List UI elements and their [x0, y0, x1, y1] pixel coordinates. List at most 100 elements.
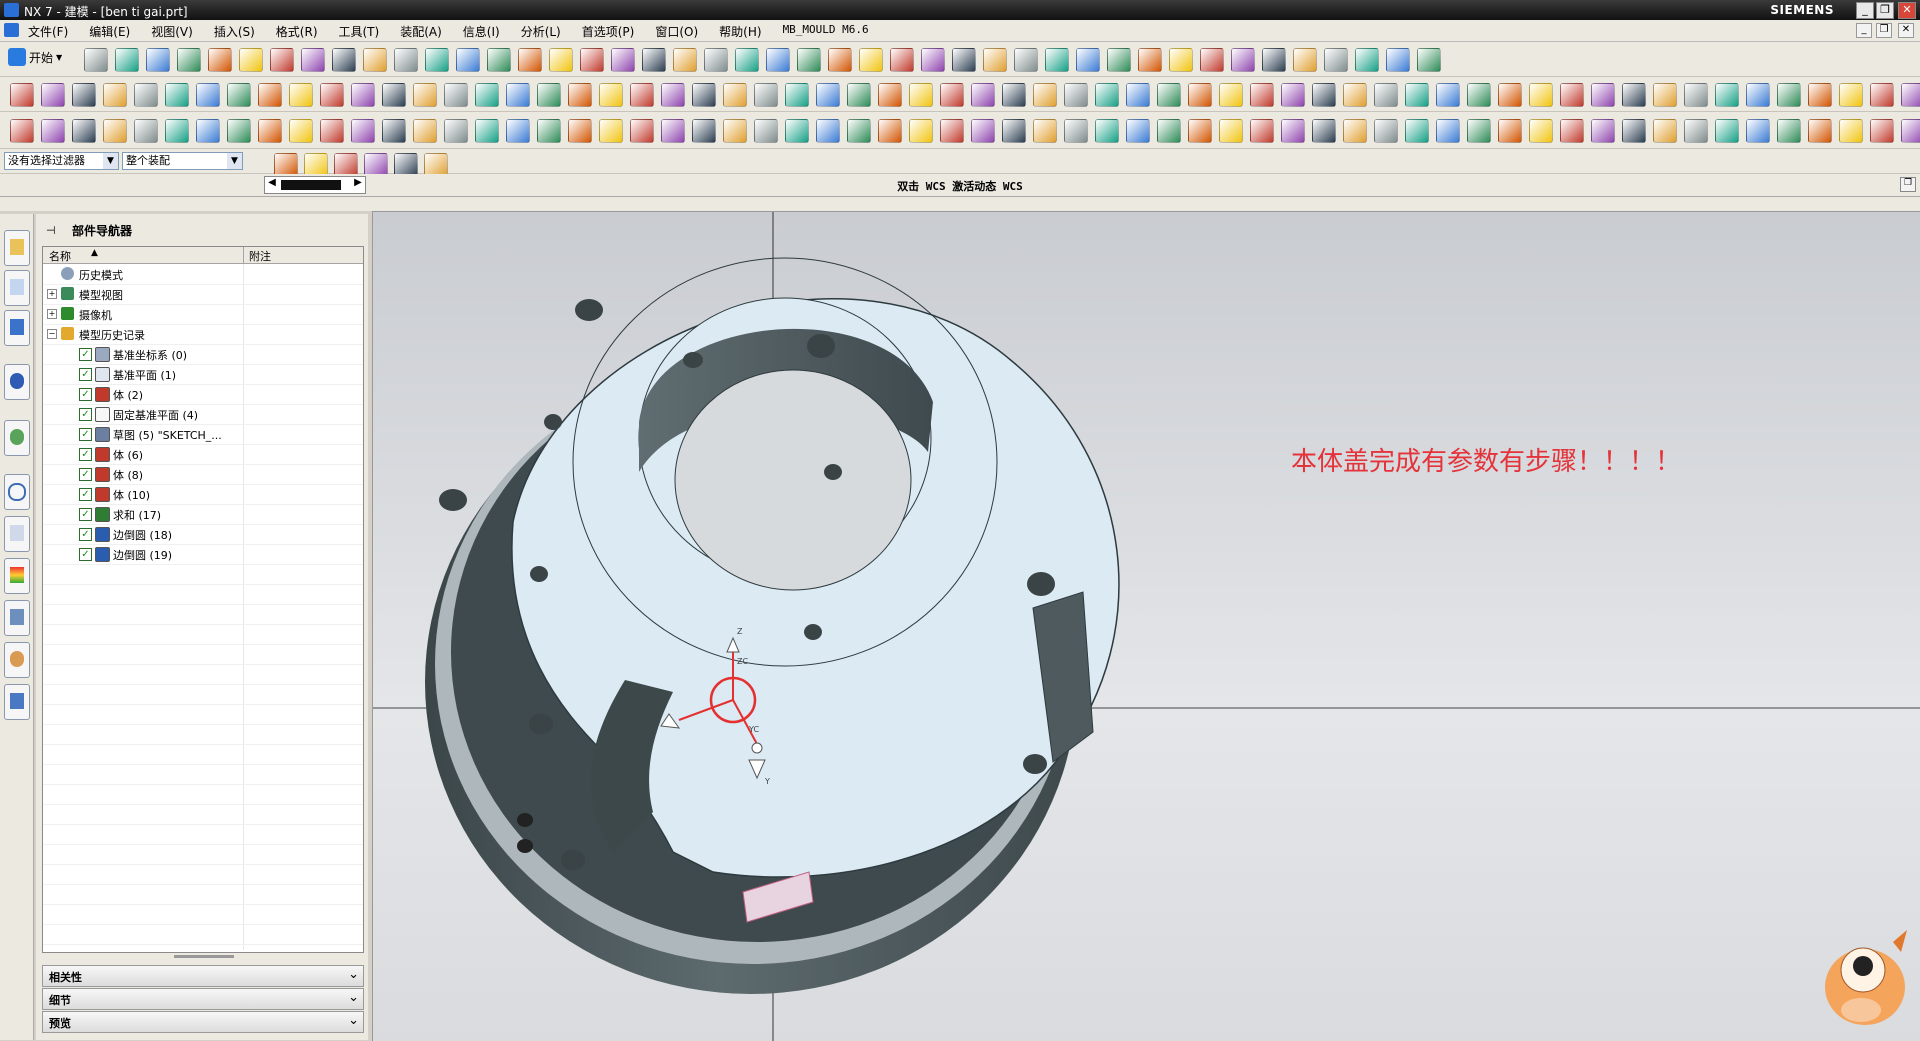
tool-icon[interactable] [1901, 83, 1920, 107]
tool-icon[interactable] [72, 119, 96, 143]
tool-icon[interactable] [258, 119, 282, 143]
tool-icon[interactable] [549, 48, 573, 72]
visibility-checkbox[interactable]: ✓ [79, 348, 92, 361]
tool-icon[interactable] [1839, 83, 1863, 107]
tool-icon[interactable] [320, 119, 344, 143]
tree-row[interactable]: ✓ 体 (6) [43, 444, 363, 465]
tool-icon[interactable] [320, 83, 344, 107]
tool-icon[interactable] [909, 119, 933, 143]
tool-icon[interactable] [444, 119, 468, 143]
tool-icon[interactable] [816, 119, 840, 143]
open-icon[interactable] [115, 48, 139, 72]
tool-icon[interactable] [1231, 48, 1255, 72]
tool-icon[interactable] [258, 83, 282, 107]
tool-icon[interactable] [1219, 83, 1243, 107]
tool-icon[interactable] [1622, 83, 1646, 107]
redo-icon[interactable] [332, 48, 356, 72]
tree-row[interactable]: + 摄像机 [43, 304, 363, 325]
menu-edit[interactable]: 编辑(E) [89, 23, 130, 40]
expand-icon[interactable]: + [47, 309, 57, 319]
tool-icon[interactable] [1188, 119, 1212, 143]
tool-icon[interactable] [1324, 48, 1348, 72]
tool-icon[interactable] [41, 83, 65, 107]
tool-icon[interactable] [1002, 83, 1026, 107]
tool-icon[interactable] [1033, 119, 1057, 143]
tool-icon[interactable] [506, 83, 530, 107]
system-scenes-tab[interactable] [4, 684, 30, 720]
tool-icon[interactable] [952, 48, 976, 72]
tool-icon[interactable] [1417, 48, 1441, 72]
tool-icon[interactable] [1653, 83, 1677, 107]
tool-icon[interactable] [1095, 119, 1119, 143]
tool-icon[interactable] [642, 48, 666, 72]
tool-icon[interactable] [537, 83, 561, 107]
close-button[interactable]: ✕ [1898, 2, 1916, 19]
tool-icon[interactable] [797, 48, 821, 72]
section-dependencies[interactable]: 相关性 ⌄ [42, 965, 364, 987]
tool-icon[interactable] [1405, 83, 1429, 107]
tool-icon[interactable] [704, 48, 728, 72]
tool-icon[interactable] [1076, 48, 1100, 72]
cue-restore-icon[interactable]: ❐ [1900, 177, 1916, 192]
model-view[interactable]: ZC YC Z Y [373, 212, 1920, 1041]
tool-icon[interactable] [1343, 119, 1367, 143]
start-button[interactable]: 开始 ▼ [8, 48, 62, 66]
tool-icon[interactable] [611, 48, 635, 72]
tool-icon[interactable] [785, 83, 809, 107]
tool-icon[interactable] [1002, 119, 1026, 143]
tool-icon[interactable] [828, 48, 852, 72]
tool-icon[interactable] [1839, 119, 1863, 143]
tool-icon[interactable] [723, 119, 747, 143]
tool-icon[interactable] [766, 48, 790, 72]
tree-row[interactable]: ✓ 边倒圆 (19) [43, 544, 363, 565]
tool-icon[interactable] [394, 48, 418, 72]
tool-icon[interactable] [785, 119, 809, 143]
tool-icon[interactable] [227, 119, 251, 143]
tool-icon[interactable] [382, 83, 406, 107]
tool-icon[interactable] [382, 119, 406, 143]
tool-icon[interactable] [196, 83, 220, 107]
tool-icon[interactable] [1560, 119, 1584, 143]
doc-minimize-button[interactable]: _ [1856, 23, 1872, 38]
menu-tools[interactable]: 工具(T) [339, 23, 380, 40]
tool-icon[interactable] [1386, 48, 1410, 72]
manufacturing-wizards-tab[interactable] [4, 600, 30, 636]
paste-icon[interactable] [239, 48, 263, 72]
tool-icon[interactable] [475, 83, 499, 107]
tool-icon[interactable] [444, 83, 468, 107]
tree-row[interactable]: − 模型历史记录 [43, 324, 363, 345]
tool-icon[interactable] [983, 48, 1007, 72]
tool-icon[interactable] [1157, 83, 1181, 107]
tool-icon[interactable] [289, 119, 313, 143]
maximize-button[interactable]: ❐ [1876, 2, 1894, 19]
tool-icon[interactable] [227, 83, 251, 107]
tool-icon[interactable] [487, 48, 511, 72]
undo-icon[interactable] [301, 48, 325, 72]
menu-file[interactable]: 文件(F) [28, 23, 68, 40]
tool-icon[interactable] [1281, 83, 1305, 107]
tool-icon[interactable] [878, 83, 902, 107]
menu-window[interactable]: 窗口(O) [655, 23, 698, 40]
tool-icon[interactable] [363, 48, 387, 72]
tool-icon[interactable] [1560, 83, 1584, 107]
doc-close-button[interactable]: ✕ [1898, 23, 1914, 38]
tree-row[interactable]: ✓ 基准平面 (1) [43, 364, 363, 385]
tool-icon[interactable] [568, 119, 592, 143]
tool-icon[interactable] [890, 48, 914, 72]
tool-icon[interactable] [1901, 119, 1920, 143]
tree-row[interactable]: ✓ 体 (2) [43, 384, 363, 405]
tool-icon[interactable] [921, 48, 945, 72]
nx-app-icon[interactable] [4, 3, 19, 17]
cut-icon[interactable] [177, 48, 201, 72]
reuse-library-tab[interactable] [4, 364, 30, 400]
visibility-checkbox[interactable]: ✓ [79, 448, 92, 461]
tool-icon[interactable] [1312, 83, 1336, 107]
assembly-navigator-tab[interactable] [4, 230, 30, 266]
part-navigator-tab[interactable] [4, 310, 30, 346]
history-tab[interactable] [4, 474, 30, 510]
tool-icon[interactable] [134, 119, 158, 143]
menu-info[interactable]: 信息(I) [463, 23, 500, 40]
tool-icon[interactable] [1064, 83, 1088, 107]
tool-icon[interactable] [1746, 83, 1770, 107]
tool-icon[interactable] [456, 48, 480, 72]
